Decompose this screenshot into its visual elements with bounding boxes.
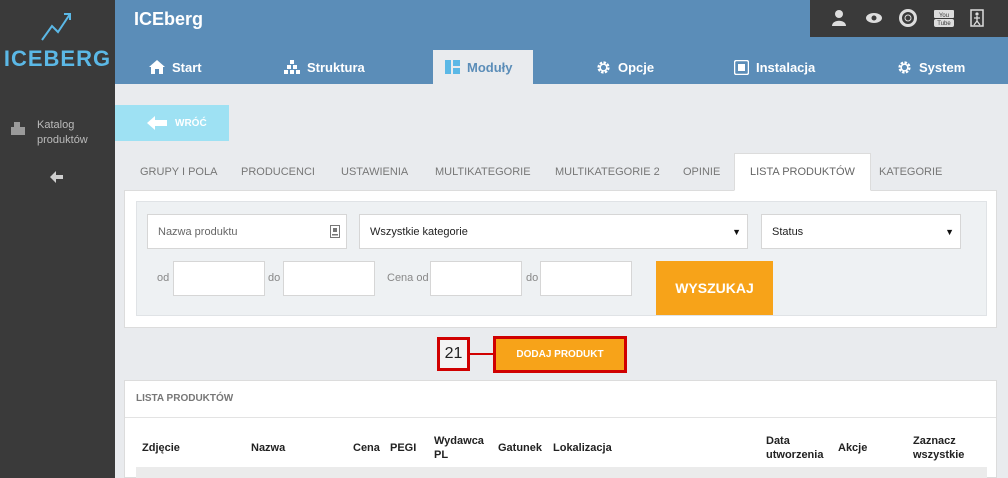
tab-label: KATEGORIE xyxy=(879,166,943,178)
nav-tab-instalacja[interactable]: Instalacja xyxy=(734,50,815,84)
column-header-genre[interactable]: Gatunek xyxy=(498,441,542,455)
logo-mark-icon xyxy=(41,13,71,41)
status-select-value: Status xyxy=(772,225,804,238)
column-header-image[interactable]: Zdjęcie xyxy=(142,441,180,455)
column-header-created[interactable]: Data utworzenia xyxy=(766,434,823,462)
sidebar-collapse-button[interactable] xyxy=(50,170,64,188)
highlight-connector xyxy=(470,353,493,355)
nav-tab-struktura[interactable]: Struktura xyxy=(284,50,365,84)
tab-grupy-i-pola[interactable]: GRUPY I POLA xyxy=(140,153,217,191)
column-header-pegi[interactable]: PEGI xyxy=(390,441,416,455)
category-select-value: Wszystkie kategorie xyxy=(370,225,468,238)
column-header-location[interactable]: Lokalizacja xyxy=(553,441,612,455)
nav-tab-label: Struktura xyxy=(307,59,365,75)
nav-tab-label: Start xyxy=(172,59,202,75)
gear-icon xyxy=(597,60,610,74)
column-header-line: Zaznacz xyxy=(913,435,956,447)
column-header-actions: Akcje xyxy=(838,442,868,454)
column-header-line: utworzenia xyxy=(766,449,824,461)
date-from-input[interactable] xyxy=(173,261,265,296)
product-name-input[interactable]: Nazwa produktu xyxy=(147,214,347,249)
product-list-panel: LISTA PRODUKTÓW Zdjęcie Nazwa Cena PEGI … xyxy=(124,380,997,478)
catalog-icon xyxy=(10,120,26,141)
tab-label: OPINIE xyxy=(683,166,721,178)
tab-opinie[interactable]: OPINIE xyxy=(683,153,720,191)
chevron-down-icon: ▼ xyxy=(945,227,954,237)
sitemap-icon xyxy=(284,60,300,74)
product-list-title: LISTA PRODUKTÓW xyxy=(136,393,234,404)
column-header-line: Data xyxy=(766,435,790,447)
column-header-publisher[interactable]: Wydawca PL xyxy=(434,434,484,462)
price-from-input[interactable] xyxy=(430,261,522,296)
top-icon-bar: You Tube xyxy=(810,0,1008,37)
logo[interactable]: ICEBERG xyxy=(0,0,115,84)
back-button[interactable]: WRÓĆ xyxy=(115,105,229,141)
svg-text:Tube: Tube xyxy=(937,21,951,27)
column-header-price[interactable]: Cena xyxy=(353,441,380,455)
logout-icon[interactable] xyxy=(970,9,988,27)
date-to-label: do xyxy=(268,272,281,284)
add-product-button[interactable]: DODAJ PRODUKT xyxy=(493,336,627,373)
tab-multikategorie-2[interactable]: MULTIKATEGORIE 2 xyxy=(555,153,660,191)
header: ICEberg You Tube Start Struktura Moduły O… xyxy=(115,0,1008,84)
tab-kategorie[interactable]: KATEGORIE xyxy=(879,153,942,191)
tab-label: GRUPY I POLA xyxy=(140,166,218,178)
arrow-left-icon xyxy=(147,116,167,130)
sidebar: ICEBERG Katalog produktów xyxy=(0,0,115,478)
eye-icon[interactable] xyxy=(865,9,883,27)
status-select[interactable]: Status ▼ xyxy=(761,214,961,249)
tab-label: MULTIKATEGORIE xyxy=(435,166,531,178)
filter-panel: Nazwa produktu Wszystkie kategorie ▼ Sta… xyxy=(124,191,997,328)
nav-tab-label: System xyxy=(919,59,966,75)
tab-label: PRODUCENCI xyxy=(241,166,315,178)
product-count-badge: 21 xyxy=(437,337,470,371)
logo-text: ICEBERG xyxy=(3,46,112,71)
category-select[interactable]: Wszystkie kategorie ▼ xyxy=(359,214,748,249)
nav-tab-label: Instalacja xyxy=(756,59,816,75)
date-to-input[interactable] xyxy=(283,261,375,296)
filter-form: Nazwa produktu Wszystkie kategorie ▼ Sta… xyxy=(136,201,987,316)
column-header-line: Wydawca xyxy=(434,435,484,447)
nav-tab-opcje[interactable]: Opcje xyxy=(596,50,654,84)
gear-icon xyxy=(898,60,911,74)
nav-tab-moduly[interactable]: Moduły xyxy=(433,50,533,84)
sidebar-item-label: Katalog produktów xyxy=(37,119,88,146)
tab-lista-produktow[interactable]: LISTA PRODUKTÓW xyxy=(734,153,871,191)
product-name-placeholder: Nazwa produktu xyxy=(158,225,238,238)
app-title: ICEberg xyxy=(134,9,204,29)
column-header-line: wszystkie xyxy=(913,449,965,461)
chevron-down-icon: ▼ xyxy=(732,227,741,237)
back-button-label: WRÓĆ xyxy=(175,117,207,129)
home-icon xyxy=(149,60,165,74)
table-row xyxy=(136,467,987,478)
date-from-label: od xyxy=(157,272,170,284)
column-header-name[interactable]: Nazwa xyxy=(251,441,285,455)
tab-label: USTAWIENIA xyxy=(341,166,409,178)
install-icon xyxy=(734,59,749,75)
svg-text:You: You xyxy=(939,13,949,19)
price-from-label: Cena od xyxy=(387,272,429,284)
column-header-line: PL xyxy=(434,449,449,461)
nav-tab-label: Moduły xyxy=(467,59,513,75)
modules-icon xyxy=(445,60,460,74)
arrow-left-icon xyxy=(50,171,63,183)
nav-tab-start[interactable]: Start xyxy=(149,50,202,84)
tab-producenci[interactable]: PRODUCENCI xyxy=(241,153,315,191)
price-to-input[interactable] xyxy=(540,261,632,296)
tab-label: MULTIKATEGORIE 2 xyxy=(555,166,660,178)
nav-tab-system[interactable]: System xyxy=(897,50,965,84)
tab-ustawienia[interactable]: USTAWIENIA xyxy=(341,153,408,191)
youtube-icon[interactable]: You Tube xyxy=(934,9,954,27)
search-button[interactable]: WYSZUKAJ xyxy=(656,261,773,315)
nav-tab-label: Opcje xyxy=(618,59,655,75)
tab-label: LISTA PRODUKTÓW xyxy=(750,166,855,178)
lifebuoy-icon[interactable] xyxy=(899,9,917,27)
keyboard-icon xyxy=(330,225,340,238)
tab-multikategorie[interactable]: MULTIKATEGORIE xyxy=(435,153,531,191)
price-to-label: do xyxy=(526,272,539,284)
select-all-toggle[interactable]: Zaznacz wszystkie xyxy=(913,434,964,462)
user-icon[interactable] xyxy=(830,9,848,27)
module-tabs: GRUPY I POLA PRODUCENCI USTAWIENIA MULTI… xyxy=(124,153,997,191)
divider xyxy=(125,417,996,418)
